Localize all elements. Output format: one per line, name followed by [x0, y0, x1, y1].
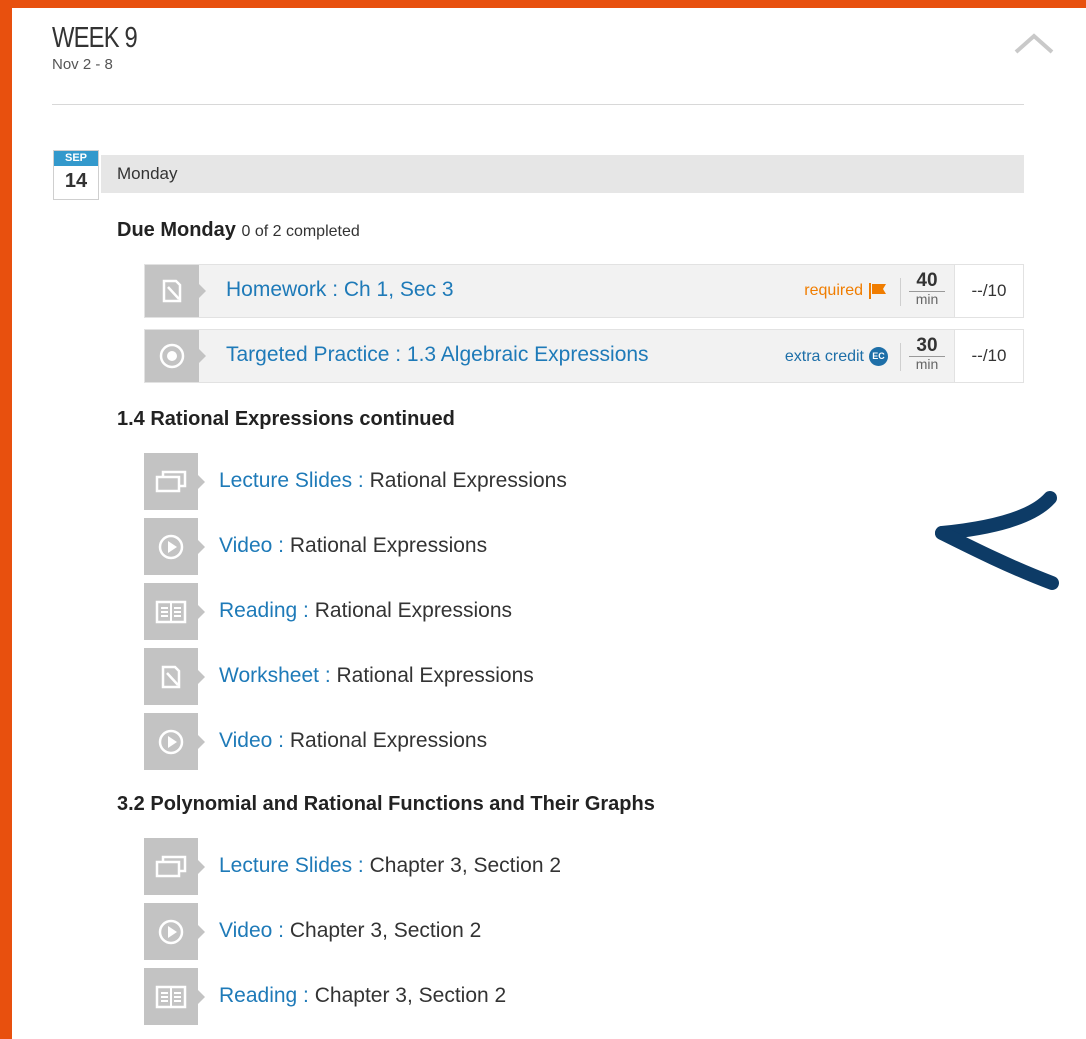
resource-row[interactable]: Reading : Rational Expressions [144, 583, 844, 640]
required-label: required [804, 282, 863, 299]
week-title: WEEK 9 [52, 22, 138, 54]
resource-label[interactable]: Video : Rational Expressions [219, 729, 487, 753]
resource-label[interactable]: Video : Chapter 3, Section 2 [219, 919, 481, 943]
slides-icon [144, 453, 205, 510]
resource-label[interactable]: Reading : Rational Expressions [219, 599, 512, 623]
estimated-minutes: 30 min [909, 336, 945, 371]
date-day: 14 [64, 170, 88, 192]
worksheet-icon [144, 648, 205, 705]
minutes-unit: min [909, 356, 945, 371]
day-weekday: Monday [117, 164, 178, 183]
separator [900, 278, 901, 306]
resource-name[interactable]: Rational Expressions [290, 534, 487, 557]
resource-name[interactable]: Rational Expressions [315, 599, 512, 622]
minutes-value: 30 [916, 335, 938, 356]
assignment-row-targeted-practice[interactable]: Targeted Practice : 1.3 Algebraic Expres… [144, 329, 1024, 383]
assignment-title-link[interactable]: Targeted Practice : 1.3 Algebraic Expres… [226, 343, 649, 367]
separator [900, 343, 901, 371]
assignment-title-link[interactable]: Homework : Ch 1, Sec 3 [226, 278, 454, 302]
extra-credit-tag: extra credit EC [785, 347, 888, 366]
resource-label[interactable]: Lecture Slides : Rational Expressions [219, 469, 567, 493]
target-icon [145, 330, 206, 382]
resource-label[interactable]: Worksheet : Rational Expressions [219, 664, 534, 688]
required-tag: required [804, 282, 888, 300]
minutes-unit: min [909, 291, 945, 306]
slides-icon [144, 838, 205, 895]
annotation-arrow-icon [935, 491, 1059, 590]
due-completion-status: 0 of 2 completed [241, 223, 360, 240]
resource-name[interactable]: Chapter 3, Section 2 [370, 854, 561, 877]
reading-icon [144, 968, 205, 1025]
reading-icon [144, 583, 205, 640]
resource-label[interactable]: Video : Rational Expressions [219, 534, 487, 558]
score: --/10 [954, 265, 1023, 317]
collapse-chevron-up-icon[interactable] [1012, 30, 1056, 58]
resource-kind[interactable]: Reading : [219, 984, 309, 1007]
video-icon [144, 903, 205, 960]
resource-kind[interactable]: Lecture Slides : [219, 854, 364, 877]
video-icon [144, 713, 205, 770]
due-heading: Due Monday 0 of 2 completed [117, 219, 360, 242]
divider [52, 104, 1024, 105]
resource-name[interactable]: Rational Expressions [370, 469, 567, 492]
score: --/10 [954, 330, 1023, 382]
section-title: 1.4 Rational Expressions continued [117, 408, 455, 430]
minutes-value: 40 [916, 270, 938, 291]
resource-name[interactable]: Rational Expressions [290, 729, 487, 752]
assignment-row-homework[interactable]: Homework : Ch 1, Sec 3 required 40 min -… [144, 264, 1024, 318]
resource-kind[interactable]: Worksheet : [219, 664, 331, 687]
resource-row[interactable]: Video : Rational Expressions [144, 518, 844, 575]
resource-row[interactable]: Worksheet : Rational Expressions [144, 648, 844, 705]
week-panel: WEEK 9 Nov 2 - 8 SEP 14 Monday Due Monda… [12, 8, 1086, 1039]
resource-row[interactable]: Video : Chapter 3, Section 2 [144, 903, 844, 960]
resource-row[interactable]: Video : Rational Expressions [144, 713, 844, 770]
section-title: 3.2 Polynomial and Rational Functions an… [117, 793, 655, 815]
day-header-bar: Monday [101, 155, 1024, 193]
resource-row[interactable]: Lecture Slides : Rational Expressions [144, 453, 844, 510]
resource-kind[interactable]: Video : [219, 534, 284, 557]
resource-name[interactable]: Chapter 3, Section 2 [290, 919, 481, 942]
resource-kind[interactable]: Lecture Slides : [219, 469, 364, 492]
resource-row[interactable]: Lecture Slides : Chapter 3, Section 2 [144, 838, 844, 895]
resource-label[interactable]: Lecture Slides : Chapter 3, Section 2 [219, 854, 561, 878]
date-badge: SEP 14 [53, 150, 99, 200]
estimated-minutes: 40 min [909, 271, 945, 306]
extra-credit-label: extra credit [784, 347, 864, 365]
resource-name[interactable]: Rational Expressions [337, 664, 534, 687]
resource-kind[interactable]: Reading : [219, 599, 309, 622]
resource-kind[interactable]: Video : [219, 729, 284, 752]
resource-kind[interactable]: Video : [219, 919, 284, 942]
week-date-range: Nov 2 - 8 [52, 56, 113, 73]
extra-credit-badge-icon: EC [869, 347, 888, 366]
resource-label[interactable]: Reading : Chapter 3, Section 2 [219, 984, 506, 1008]
date-month: SEP [54, 151, 98, 166]
worksheet-icon [145, 265, 206, 317]
resource-name[interactable]: Chapter 3, Section 2 [315, 984, 506, 1007]
video-icon [144, 518, 205, 575]
resource-row[interactable]: Reading : Chapter 3, Section 2 [144, 968, 844, 1025]
flag-icon [869, 283, 886, 299]
due-heading-label: Due Monday [117, 219, 236, 241]
